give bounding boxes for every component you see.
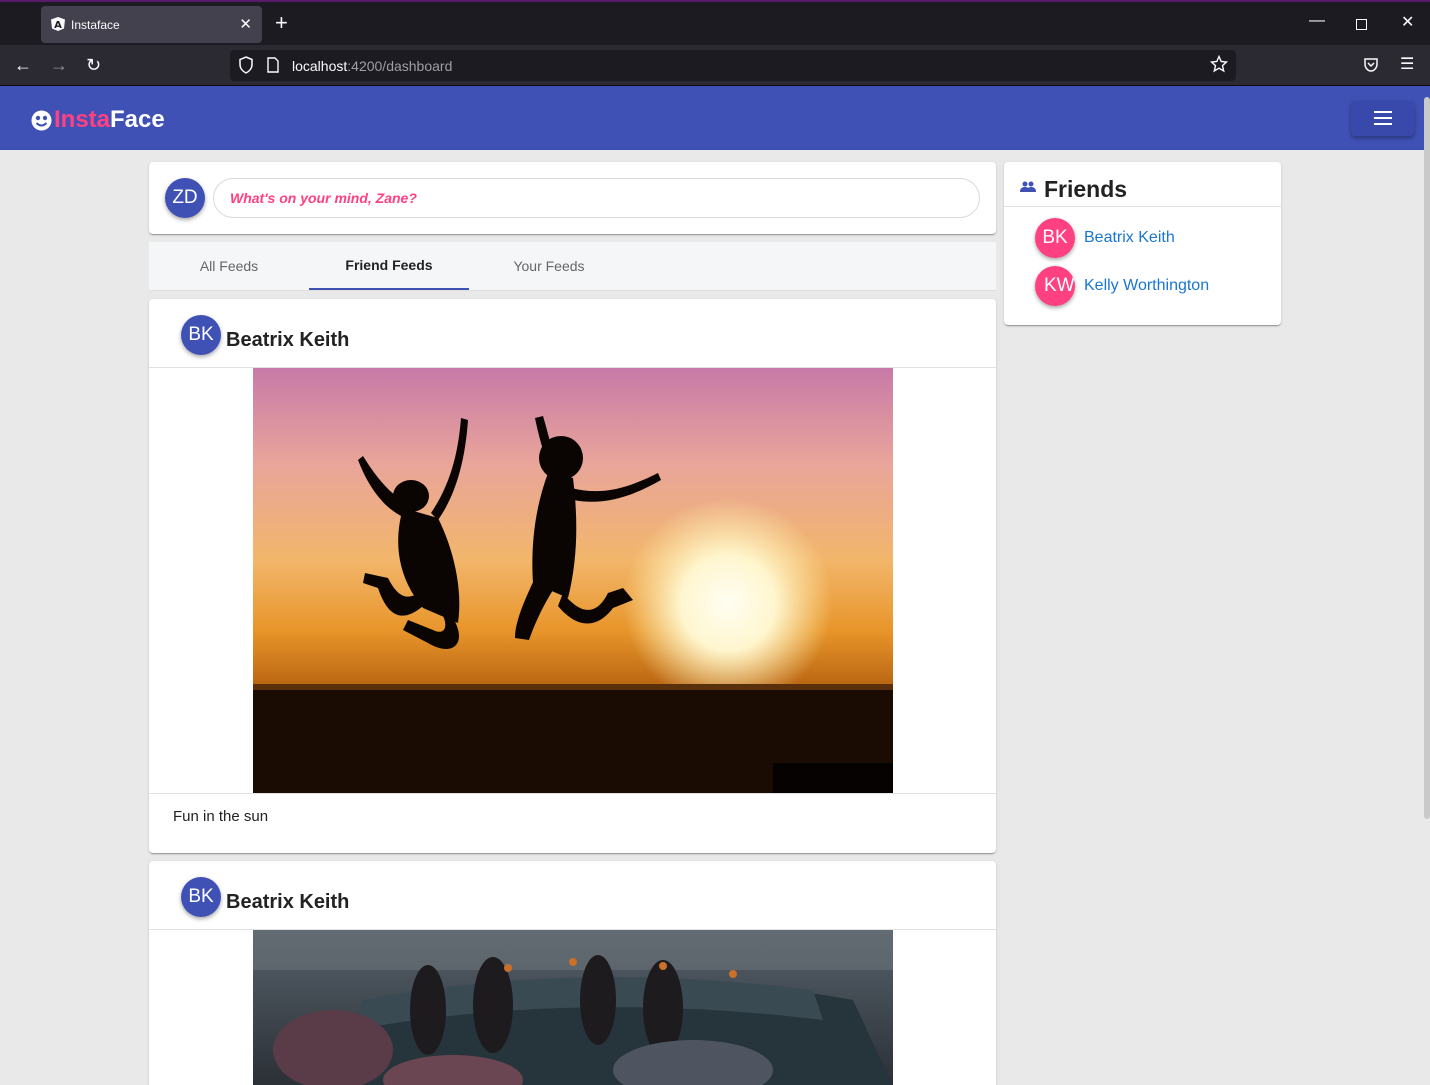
status-input[interactable]: What's on your mind, Zane? (213, 178, 980, 218)
friend-item[interactable]: KW Kelly Worthington (1035, 266, 1275, 306)
sunset-jump-photo-icon (253, 368, 893, 793)
tab-title: Instaface (71, 18, 120, 32)
menu-button[interactable] (1351, 101, 1414, 136)
tab-your-feeds[interactable]: Your Feeds (469, 242, 629, 290)
avatar: ZD (165, 178, 205, 218)
url-bar[interactable]: localhost:4200/dashboard (230, 50, 1236, 81)
post-composer: ZD What's on your mind, Zane? (149, 162, 996, 234)
angular-logo-icon: A (51, 17, 65, 31)
friends-header: Friends (1004, 162, 1281, 207)
friend-item[interactable]: BK Beatrix Keith (1035, 218, 1275, 258)
friends-title: Friends (1044, 176, 1128, 202)
forward-icon[interactable]: → (50, 54, 68, 76)
feed-tabs: All Feeds Friend Feeds Your Feeds (149, 242, 996, 291)
friends-on-car-photo-icon (253, 930, 893, 1085)
tab-close-icon[interactable]: ✕ (239, 15, 252, 33)
friends-panel: Friends BK Beatrix Keith KW Kelly Worthi… (1004, 162, 1281, 325)
browser-titlebar: A Instaface ✕ + — ✕ (0, 0, 1430, 45)
avatar: BK (181, 315, 221, 355)
tab-friend-feeds[interactable]: Friend Feeds (309, 242, 469, 290)
url-text[interactable]: localhost:4200/dashboard (292, 58, 452, 74)
shield-icon[interactable] (238, 56, 254, 74)
app-header: InstaFace (0, 86, 1430, 150)
maximize-icon[interactable] (1356, 19, 1367, 30)
feed-author[interactable]: Beatrix Keith (226, 891, 349, 914)
reload-icon[interactable]: ↻ (86, 54, 101, 76)
friend-name-link[interactable]: Kelly Worthington (1084, 277, 1209, 295)
feed-card: BK Beatrix Keith (149, 861, 996, 1085)
avatar: KW (1035, 266, 1075, 306)
face-logo-icon (31, 110, 52, 130)
feed-caption-row: Fun in the sun (149, 793, 996, 853)
window-close-icon[interactable]: ✕ (1401, 12, 1414, 32)
bookmark-star-icon[interactable] (1210, 55, 1228, 73)
browser-navbar: ← → ↻ localhost:4200/dashboard ☰ (0, 45, 1430, 86)
avatar: BK (1035, 218, 1075, 258)
avatar: BK (181, 877, 221, 917)
feed-image[interactable] (253, 368, 893, 793)
page-icon (267, 57, 279, 73)
feed-caption: Fun in the sun (173, 808, 269, 825)
page-scrollbar[interactable] (1424, 97, 1430, 819)
browser-menu-icon[interactable]: ☰ (1400, 54, 1414, 76)
feed-header: BK Beatrix Keith (149, 861, 996, 930)
svg-text:A: A (54, 20, 62, 31)
hamburger-icon (1374, 111, 1392, 125)
people-icon (1020, 181, 1036, 192)
pocket-icon[interactable] (1363, 57, 1379, 73)
new-tab-icon[interactable]: + (275, 10, 288, 36)
back-icon[interactable]: ← (14, 54, 32, 76)
feed-author[interactable]: Beatrix Keith (226, 329, 349, 352)
feed-card: BK Beatrix Keith (149, 299, 996, 853)
feed-image[interactable] (253, 930, 893, 1085)
feed-header: BK Beatrix Keith (149, 299, 996, 368)
app-logo[interactable]: InstaFace (31, 106, 165, 134)
browser-tab[interactable]: A Instaface ✕ (41, 6, 262, 43)
friend-name-link[interactable]: Beatrix Keith (1084, 229, 1175, 247)
app-title: InstaFace (54, 106, 165, 133)
tab-all-feeds[interactable]: All Feeds (149, 242, 309, 290)
minimize-icon[interactable]: — (1309, 12, 1325, 30)
